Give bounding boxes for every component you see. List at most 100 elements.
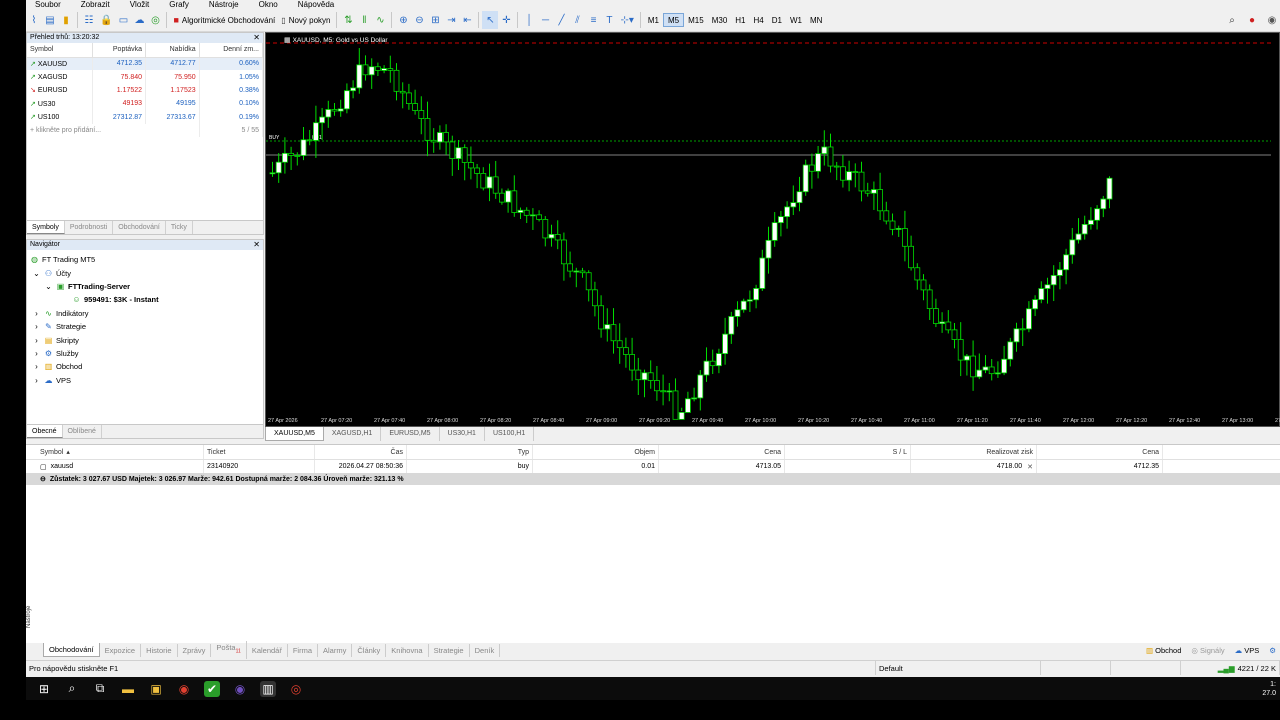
tab-trade[interactable]: Obchodování: [43, 643, 100, 657]
position-sl[interactable]: [785, 460, 911, 473]
column-ask[interactable]: Nabídka: [145, 43, 200, 58]
task-view-icon[interactable]: ⧉: [92, 681, 108, 697]
store-icon[interactable]: ▣: [148, 681, 164, 697]
tree-scripts[interactable]: › ▤ Skripty: [27, 333, 263, 346]
tab-news[interactable]: Zprávy: [178, 643, 212, 657]
table-row[interactable]: ↗ US30 49193 49195 0.10%: [27, 97, 264, 111]
settings-icon[interactable]: ⚙: [1269, 646, 1276, 655]
vps-link[interactable]: ☁ VPS: [1235, 646, 1260, 655]
col-tp[interactable]: Realizovat zisk: [911, 445, 1037, 459]
tab-calendar[interactable]: Kalendář: [247, 643, 288, 657]
close-icon[interactable]: ✕: [253, 240, 260, 250]
tab-journal[interactable]: Deník: [470, 643, 501, 657]
shapes-icon[interactable]: ⊹▾: [617, 11, 636, 29]
tab-trading[interactable]: Obchodování: [113, 221, 166, 234]
col-current-price[interactable]: Cena: [1037, 445, 1163, 459]
zoom-in-icon[interactable]: ⊕: [395, 11, 411, 29]
tree-market[interactable]: › ▥ Obchod: [27, 360, 263, 373]
timeframe-m5[interactable]: M5: [663, 13, 685, 27]
chart-tab[interactable]: US100,H1: [485, 427, 535, 441]
tab-history[interactable]: Historie: [141, 643, 178, 657]
text-icon[interactable]: T: [601, 11, 617, 29]
tab-favorites[interactable]: Oblíbené: [63, 425, 102, 438]
profiles-icon[interactable]: ▤: [42, 11, 58, 29]
add-symbol-row[interactable]: + klikněte pro přidání... 5 / 55: [27, 123, 264, 138]
price-chart[interactable]: BUY0.0127 Apr 202627 Apr 07:2027 Apr 07:…: [265, 32, 1280, 427]
col-time[interactable]: Čas: [315, 445, 407, 459]
col-ticket[interactable]: Ticket: [204, 445, 315, 459]
notifications-icon[interactable]: ●: [1244, 11, 1260, 29]
tab-library[interactable]: Knihovna: [386, 643, 429, 657]
search-icon[interactable]: ⌕: [64, 681, 80, 697]
zoom-out-icon[interactable]: ⊖: [411, 11, 427, 29]
crosshair-icon[interactable]: ✛: [498, 11, 514, 29]
tab-company[interactable]: Firma: [288, 643, 319, 657]
collapse-icon[interactable]: ⊖: [40, 475, 46, 483]
cursor-icon[interactable]: ↖: [482, 11, 499, 29]
menu-tools[interactable]: Nástroje: [200, 0, 250, 9]
column-daily-change[interactable]: Denní zm...: [199, 43, 264, 58]
tab-symbols[interactable]: Symboly: [27, 221, 65, 234]
tree-strategies[interactable]: › ✎ Strategie: [27, 320, 263, 333]
chrome-icon[interactable]: ◉: [176, 681, 192, 697]
tree-indicators[interactable]: › ∿ Indikátory: [27, 307, 263, 320]
chart-tab[interactable]: US30,H1: [440, 427, 485, 441]
tab-mailbox[interactable]: Pošta11: [211, 641, 247, 659]
vertical-line-icon[interactable]: │: [521, 11, 537, 29]
menu-view[interactable]: Zobrazit: [72, 0, 121, 9]
tree-accounts[interactable]: ⌄ ⚇ Účty: [27, 266, 263, 279]
position-tp[interactable]: 4718.00 ✕: [911, 460, 1037, 473]
tab-exposure[interactable]: Expozice: [100, 643, 142, 657]
channel-icon[interactable]: ⫽: [569, 11, 585, 29]
tab-details[interactable]: Podrobnosti: [65, 221, 114, 234]
tree-account[interactable]: ☺ 959491: $3K - Instant: [27, 293, 263, 306]
tree-server[interactable]: ⌄ ▣ FTTrading-Server: [27, 280, 263, 293]
col-price[interactable]: Cena: [659, 445, 785, 459]
algo-trading-button[interactable]: ■ Algoritmické Obchodování: [170, 11, 278, 29]
autoscroll-icon[interactable]: ⇥: [443, 11, 459, 29]
tab-alerts[interactable]: Alarmy: [318, 643, 353, 657]
col-sl[interactable]: S / L: [785, 445, 911, 459]
timeframe-m15[interactable]: M15: [684, 13, 708, 27]
account-icon[interactable]: ◉: [1264, 11, 1280, 29]
chrome-profile-icon[interactable]: ◉: [232, 681, 248, 697]
chart-shift-icon[interactable]: ⇤: [459, 11, 475, 29]
fibonacci-icon[interactable]: ≡: [585, 11, 601, 29]
table-row[interactable]: ↗ XAUUSD 4712.35 4712.77 0.60%: [27, 57, 264, 71]
trendline-icon[interactable]: ╱: [553, 11, 569, 29]
col-symbol[interactable]: Symbol ▴: [26, 445, 204, 459]
tree-root[interactable]: ◍ FT Trading MT5: [27, 253, 263, 266]
timeframe-m30[interactable]: M30: [708, 13, 732, 27]
column-bid[interactable]: Poptávka: [92, 43, 147, 58]
bars-icon[interactable]: ‖: [356, 11, 372, 29]
timeframe-d1[interactable]: D1: [768, 13, 786, 27]
timeframe-w1[interactable]: W1: [786, 13, 806, 27]
menu-file[interactable]: Soubor: [26, 0, 72, 9]
new-chart-icon[interactable]: ⌇: [26, 11, 42, 29]
grid-icon[interactable]: ⊞: [427, 11, 443, 29]
signals-link[interactable]: ◎ Signály: [1191, 646, 1224, 655]
lock-icon[interactable]: 🔒: [97, 11, 115, 29]
column-symbol[interactable]: Symbol: [27, 43, 93, 58]
windows-start-icon[interactable]: ⊞: [36, 681, 52, 697]
market-watch-icon[interactable]: ▮: [58, 11, 74, 29]
horizontal-line-icon[interactable]: ─: [537, 11, 553, 29]
tab-ticks[interactable]: Ticky: [166, 221, 193, 234]
search-icon[interactable]: ⌕: [1224, 11, 1240, 29]
close-icon[interactable]: ✕: [253, 33, 260, 43]
menu-help[interactable]: Nápověda: [289, 0, 345, 9]
tree-vps[interactable]: › ☁ VPS: [27, 374, 263, 387]
green-app-icon[interactable]: ✔: [204, 680, 220, 697]
line-chart-icon[interactable]: ∿: [372, 11, 388, 29]
file-explorer-icon[interactable]: ▬: [120, 681, 136, 697]
chart-tab[interactable]: XAUUSD,M5: [265, 427, 324, 441]
tree-services[interactable]: › ⚙ Služby: [27, 347, 263, 360]
mt5-icon[interactable]: ▥: [260, 680, 276, 697]
timeframe-h4[interactable]: H4: [750, 13, 768, 27]
market-link[interactable]: ▥ Obchod: [1146, 646, 1181, 655]
table-row[interactable]: ↗ US100 27312.87 27313.67 0.19%: [27, 110, 264, 124]
col-type[interactable]: Typ: [407, 445, 533, 459]
timeframe-h1[interactable]: H1: [731, 13, 749, 27]
tab-strategy[interactable]: Strategie: [429, 643, 470, 657]
table-row[interactable]: ↘ EURUSD 1.17522 1.17523 0.38%: [27, 83, 264, 98]
